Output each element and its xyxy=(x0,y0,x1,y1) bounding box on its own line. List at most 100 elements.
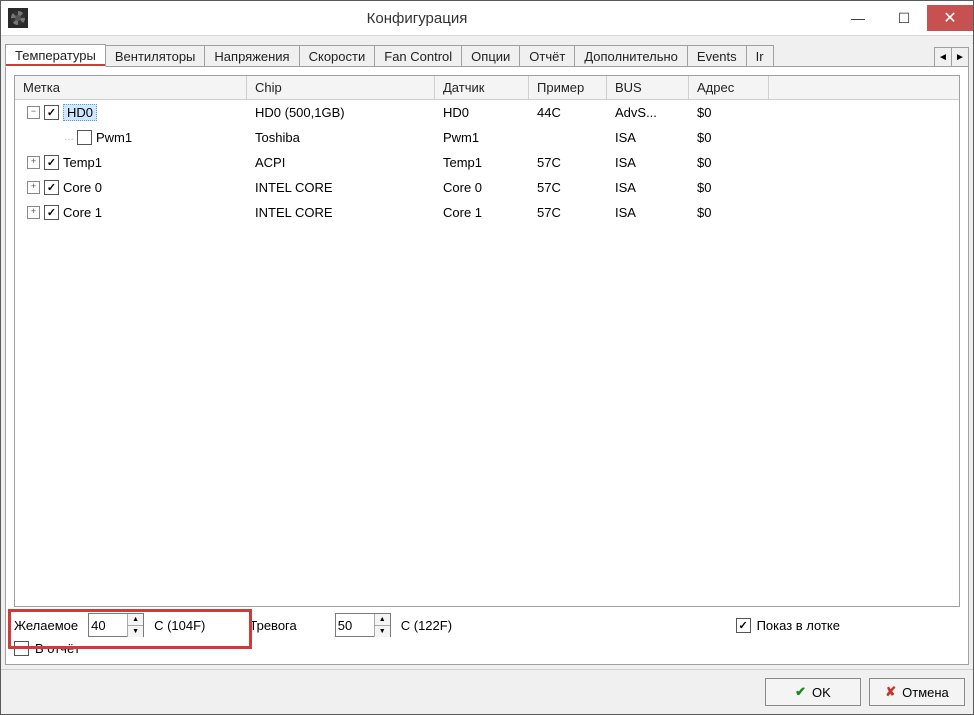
alarm-label: Тревога xyxy=(249,618,296,633)
window-title: Конфигурация xyxy=(35,10,799,27)
ok-button[interactable]: ✔ OK xyxy=(765,678,861,706)
tab-options[interactable]: Опции xyxy=(461,45,520,67)
table-row[interactable]: +Temp1ACPITemp157CISA$0 xyxy=(15,150,959,175)
expand-icon[interactable]: + xyxy=(27,206,40,219)
tab-advanced[interactable]: Дополнительно xyxy=(574,45,688,67)
tree-spacer xyxy=(49,132,60,143)
cell-sensor: Temp1 xyxy=(435,155,529,170)
cancel-button[interactable]: ✘ Отмена xyxy=(869,678,965,706)
config-window: Конфигурация — ☐ ✕ Температуры Вентилято… xyxy=(0,0,974,715)
tree-line-icon: … xyxy=(64,132,73,143)
table-row[interactable]: …Pwm1ToshibaPwm1ISA$0 xyxy=(15,125,959,150)
checkbox-icon xyxy=(736,618,751,633)
row-label: Core 1 xyxy=(63,205,102,220)
maximize-button[interactable]: ☐ xyxy=(881,5,927,31)
table-row[interactable]: −HD0HD0 (500,1GB)HD044CAdvS...$0 xyxy=(15,100,959,125)
report-label: В отчёт xyxy=(35,641,80,656)
minimize-button[interactable]: — xyxy=(835,5,881,31)
cell-sample: 57C xyxy=(529,205,607,220)
collapse-icon[interactable]: − xyxy=(27,106,40,119)
col-label[interactable]: Метка xyxy=(15,76,247,99)
alarm-input[interactable] xyxy=(336,615,374,635)
tray-label: Показ в лотке xyxy=(757,618,840,633)
sensor-grid: Метка Chip Датчик Пример BUS Адрес −HD0H… xyxy=(14,75,960,607)
tab-temperatures[interactable]: Температуры xyxy=(5,44,106,67)
tab-overflow[interactable]: Ir xyxy=(746,45,774,67)
tab-events[interactable]: Events xyxy=(687,45,747,67)
row-checkbox[interactable] xyxy=(77,130,92,145)
cell-addr: $0 xyxy=(689,180,769,195)
col-sample[interactable]: Пример xyxy=(529,76,607,99)
row-checkbox[interactable] xyxy=(44,155,59,170)
cell-bus: ISA xyxy=(607,205,689,220)
cell-sample: 57C xyxy=(529,180,607,195)
cell-chip: INTEL CORE xyxy=(247,180,435,195)
expand-icon[interactable]: + xyxy=(27,156,40,169)
alarm-spinner[interactable]: ▲▼ xyxy=(335,613,391,637)
expand-icon[interactable]: + xyxy=(27,181,40,194)
desired-label: Желаемое xyxy=(14,618,78,633)
cell-chip: HD0 (500,1GB) xyxy=(247,105,435,120)
spin-up-icon[interactable]: ▲ xyxy=(127,614,143,626)
cell-bus: ISA xyxy=(607,130,689,145)
row-checkbox[interactable] xyxy=(44,205,59,220)
desired-input[interactable] xyxy=(89,615,127,635)
dialog-footer: ✔ OK ✘ Отмена xyxy=(1,669,973,714)
titlebar: Конфигурация — ☐ ✕ xyxy=(1,1,973,36)
row-label: Pwm1 xyxy=(96,130,132,145)
alarm-unit: C (122F) xyxy=(401,618,452,633)
desired-spinner[interactable]: ▲▼ xyxy=(88,613,144,637)
desired-unit: C (104F) xyxy=(154,618,205,633)
row-checkbox[interactable] xyxy=(44,105,59,120)
cell-chip: INTEL CORE xyxy=(247,205,435,220)
cell-addr: $0 xyxy=(689,105,769,120)
report-checkbox[interactable]: В отчёт xyxy=(14,641,80,656)
row-checkbox[interactable] xyxy=(44,180,59,195)
cell-sensor: Core 0 xyxy=(435,180,529,195)
cell-addr: $0 xyxy=(689,205,769,220)
cell-chip: ACPI xyxy=(247,155,435,170)
table-row[interactable]: +Core 0INTEL CORECore 057CISA$0 xyxy=(15,175,959,200)
spin-up-icon[interactable]: ▲ xyxy=(374,614,390,626)
row-label: Core 0 xyxy=(63,180,102,195)
tray-checkbox[interactable]: Показ в лотке xyxy=(736,618,840,633)
tab-scroll-right-icon[interactable]: ► xyxy=(951,47,969,67)
cell-sample: 57C xyxy=(529,155,607,170)
cell-addr: $0 xyxy=(689,155,769,170)
cross-icon: ✘ xyxy=(885,684,896,700)
cell-bus: ISA xyxy=(607,155,689,170)
checkbox-icon xyxy=(14,641,29,656)
cell-bus: ISA xyxy=(607,180,689,195)
grid-body[interactable]: −HD0HD0 (500,1GB)HD044CAdvS...$0…Pwm1Tos… xyxy=(15,100,959,606)
cell-bus: AdvS... xyxy=(607,105,689,120)
tab-fans[interactable]: Вентиляторы xyxy=(105,45,206,67)
cell-sensor: Core 1 xyxy=(435,205,529,220)
cell-chip: Toshiba xyxy=(247,130,435,145)
row-label: Temp1 xyxy=(63,155,102,170)
spin-down-icon[interactable]: ▼ xyxy=(374,626,390,637)
close-button[interactable]: ✕ xyxy=(927,5,973,31)
app-icon xyxy=(8,8,28,28)
col-sensor[interactable]: Датчик xyxy=(435,76,529,99)
cell-sensor: Pwm1 xyxy=(435,130,529,145)
tab-scroll-left-icon[interactable]: ◄ xyxy=(934,47,952,67)
tab-voltages[interactable]: Напряжения xyxy=(204,45,299,67)
cell-sample: 44C xyxy=(529,105,607,120)
col-addr[interactable]: Адрес xyxy=(689,76,769,99)
controls: Желаемое ▲▼ C (104F) Тревога ▲▼ C (122F) xyxy=(14,613,960,656)
tab-speeds[interactable]: Скорости xyxy=(299,45,376,67)
tab-panel-temperatures: Метка Chip Датчик Пример BUS Адрес −HD0H… xyxy=(5,66,969,665)
check-icon: ✔ xyxy=(795,684,806,700)
tab-bar: Температуры Вентиляторы Напряжения Скоро… xyxy=(1,36,973,67)
tab-scroll: ◄ ► xyxy=(935,47,969,67)
table-row[interactable]: +Core 1INTEL CORECore 157CISA$0 xyxy=(15,200,959,225)
tab-report[interactable]: Отчёт xyxy=(519,45,575,67)
tab-fan-control[interactable]: Fan Control xyxy=(374,45,462,67)
spin-down-icon[interactable]: ▼ xyxy=(127,626,143,637)
cell-addr: $0 xyxy=(689,130,769,145)
grid-header: Метка Chip Датчик Пример BUS Адрес xyxy=(15,76,959,100)
col-chip[interactable]: Chip xyxy=(247,76,435,99)
col-bus[interactable]: BUS xyxy=(607,76,689,99)
cell-sensor: HD0 xyxy=(435,105,529,120)
row-label: HD0 xyxy=(63,104,97,121)
